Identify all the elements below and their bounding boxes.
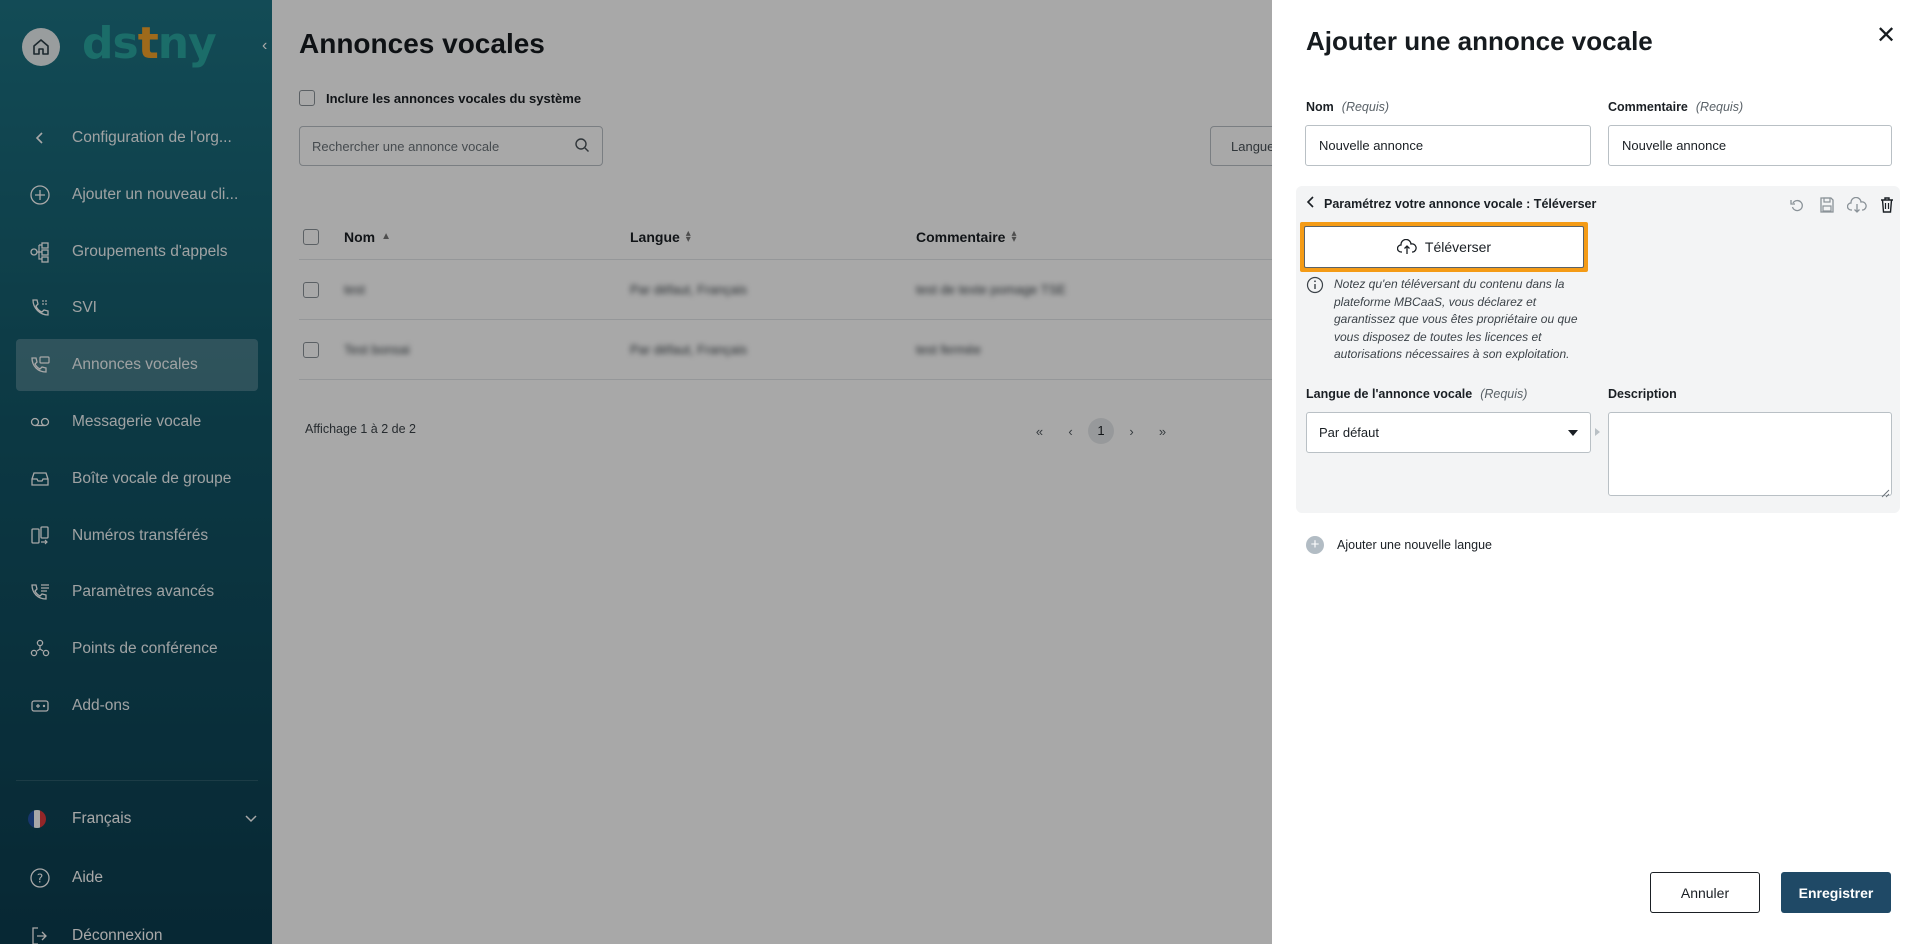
save-button[interactable]: Enregistrer xyxy=(1781,872,1891,913)
description-field[interactable] xyxy=(1608,412,1892,496)
drawer-title: Ajouter une annonce vocale xyxy=(1306,26,1653,56)
chevron-left-icon[interactable] xyxy=(1306,196,1316,211)
config-title: Paramétrez votre annonce vocale : Téléve… xyxy=(1324,196,1597,211)
cancel-button[interactable]: Annuler xyxy=(1650,872,1760,913)
required-hint: (Requis) xyxy=(1341,100,1390,114)
language-label-text: Langue de l'annonce vocale xyxy=(1306,387,1473,401)
modal-backdrop[interactable] xyxy=(0,0,1272,944)
language-label: Langue de l'annonce vocale (Requis) xyxy=(1306,387,1527,401)
add-announcement-drawer: Ajouter une annonce vocale ✕ Nom (Requis)… xyxy=(1272,0,1908,944)
cloud-upload-icon xyxy=(1396,239,1417,255)
comment-label: Commentaire (Requis) xyxy=(1608,100,1743,114)
undo-icon[interactable] xyxy=(1782,197,1812,213)
name-label: Nom (Requis) xyxy=(1306,100,1389,114)
caret-down-icon xyxy=(1568,429,1578,436)
comment-field[interactable] xyxy=(1608,125,1892,166)
close-icon[interactable]: ✕ xyxy=(1876,24,1896,48)
notice-text: Notez qu'en téléversant du contenu dans … xyxy=(1334,277,1578,362)
save-icon[interactable] xyxy=(1812,196,1842,214)
upload-highlight: Téléverser xyxy=(1300,222,1588,272)
resize-handle-icon[interactable] xyxy=(1881,485,1890,498)
plus-circle-icon: + xyxy=(1306,536,1324,554)
config-header[interactable]: Paramétrez votre annonce vocale : Téléve… xyxy=(1306,196,1596,211)
comment-label-text: Commentaire xyxy=(1608,100,1688,114)
language-select-value: Par défaut xyxy=(1319,425,1379,440)
cloud-download-icon[interactable] xyxy=(1842,197,1872,213)
add-language-button[interactable]: + Ajouter une nouvelle langue xyxy=(1306,536,1492,554)
trash-icon[interactable] xyxy=(1872,196,1902,214)
required-hint: (Requis) xyxy=(1695,100,1744,114)
upload-label: Téléverser xyxy=(1424,239,1492,255)
info-icon xyxy=(1306,276,1324,364)
required-hint: (Requis) xyxy=(1480,387,1528,401)
upload-notice: Notez qu'en téléversant du contenu dans … xyxy=(1306,276,1596,364)
expand-arrow-icon[interactable] xyxy=(1595,428,1600,436)
language-select[interactable]: Par défaut xyxy=(1306,412,1591,453)
config-toolbar xyxy=(1782,196,1902,214)
upload-button[interactable]: Téléverser xyxy=(1304,226,1584,268)
name-label-text: Nom xyxy=(1306,100,1334,114)
add-language-label: Ajouter une nouvelle langue xyxy=(1337,538,1492,552)
name-field[interactable] xyxy=(1305,125,1591,166)
description-label: Description xyxy=(1608,387,1677,401)
